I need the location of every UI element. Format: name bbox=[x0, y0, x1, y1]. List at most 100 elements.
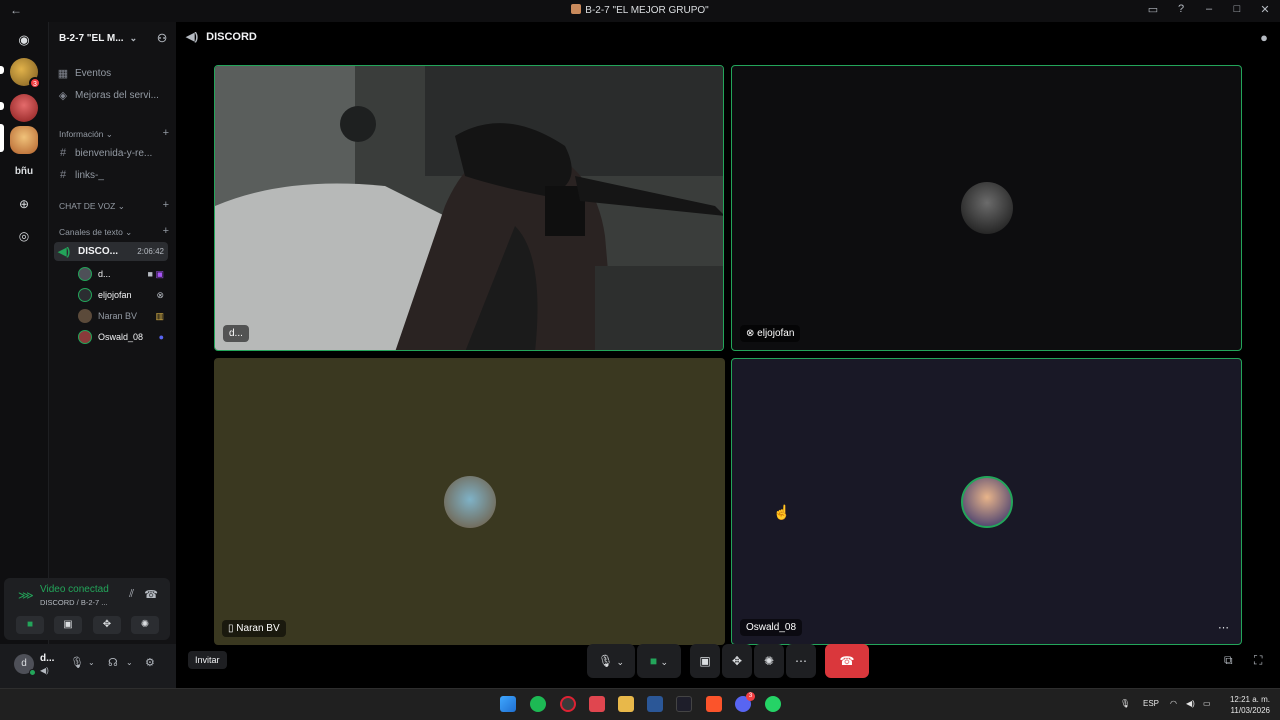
discord-taskbar-icon[interactable]: 3 bbox=[735, 692, 755, 712]
video-tile[interactable]: d... bbox=[214, 65, 724, 351]
add-channel-icon[interactable]: + bbox=[163, 199, 169, 211]
sidebar-item-boosts[interactable]: ◈ Mejoras del servi... bbox=[55, 86, 171, 104]
close-icon[interactable]: ✕ bbox=[1258, 3, 1272, 16]
call-view: ◀) DISCORD ● d... ⊗ eljojofan ▯ Naran BV bbox=[176, 22, 1280, 688]
inbox-icon[interactable]: ▭ bbox=[1146, 3, 1160, 16]
sidebar-item-events[interactable]: ▦ Eventos bbox=[55, 64, 171, 82]
video-tile[interactable]: ⊗ eljojofan bbox=[731, 65, 1242, 351]
maximize-icon[interactable]: □ bbox=[1230, 3, 1244, 16]
discord-home-icon[interactable]: ◉ bbox=[14, 30, 34, 50]
video-camera-icon: ■ bbox=[649, 654, 658, 668]
text-channel[interactable]: # bienvenida-y-re... bbox=[55, 144, 171, 162]
hashtag-icon: # bbox=[59, 147, 67, 159]
participant-label: ⊗ eljojofan bbox=[740, 325, 801, 342]
server-icon-active[interactable] bbox=[10, 126, 38, 154]
noise-suppression-icon[interactable]: ⫽ bbox=[129, 588, 134, 601]
windows-start-icon[interactable] bbox=[500, 696, 516, 712]
category-chat-de-voz[interactable]: CHAT DE VOZ ⌄ + bbox=[59, 199, 169, 212]
activities-button[interactable]: ✥ bbox=[722, 644, 752, 678]
soundboard-button[interactable]: ✺ bbox=[131, 616, 159, 634]
language-indicator[interactable]: ESP bbox=[1143, 699, 1159, 708]
voice-user[interactable]: eljojofan ⊗ bbox=[78, 286, 168, 304]
file-explorer-icon[interactable] bbox=[618, 696, 634, 712]
chat-bubble-icon: ● bbox=[158, 332, 164, 342]
connection-status[interactable]: Video conectad bbox=[40, 584, 109, 595]
headphones-icon[interactable]: ☊ bbox=[108, 656, 118, 669]
more-button[interactable]: ⋯ bbox=[786, 644, 816, 678]
participant-avatar bbox=[443, 475, 496, 528]
screen-share-button[interactable]: ▣ bbox=[54, 616, 82, 634]
whatsapp-icon[interactable] bbox=[765, 696, 781, 712]
server-icon-2[interactable] bbox=[10, 94, 38, 122]
discord-badge: 3 bbox=[746, 692, 755, 701]
app-icon[interactable] bbox=[589, 696, 605, 712]
disconnect-button[interactable]: ☎ bbox=[825, 644, 869, 678]
obs-icon[interactable] bbox=[560, 696, 576, 712]
pop-out-icon[interactable]: ⧉ bbox=[1224, 653, 1233, 668]
call-header: ◀) DISCORD bbox=[186, 30, 257, 44]
minimize-icon[interactable]: – bbox=[1202, 3, 1216, 16]
add-channel-icon[interactable]: + bbox=[163, 225, 169, 237]
speaker-icon: ◀) bbox=[40, 666, 49, 675]
microphone-icon[interactable]: 🎙 bbox=[70, 656, 84, 669]
disconnect-icon[interactable]: ☎ bbox=[144, 588, 158, 601]
xbox-icon: ⊗ bbox=[746, 328, 758, 339]
add-channel-icon[interactable]: + bbox=[163, 127, 169, 139]
microphone-button[interactable]: 🎙 ⌄ bbox=[587, 644, 635, 678]
volume-icon[interactable]: ◀) bbox=[1186, 699, 1195, 708]
window-title: B-2-7 "EL MEJOR GRUPO" bbox=[0, 4, 1280, 16]
chevron-down-icon[interactable]: ⌄ bbox=[126, 658, 133, 667]
settings-gear-icon[interactable]: ⚙ bbox=[145, 656, 155, 669]
spotify-icon[interactable] bbox=[530, 696, 546, 712]
dartboard bbox=[340, 106, 376, 142]
invite-people-icon[interactable]: ⚇ bbox=[157, 32, 167, 45]
brave-icon[interactable] bbox=[706, 696, 722, 712]
participant-label: d... bbox=[223, 325, 249, 342]
category-canales-de-texto[interactable]: Canales de texto ⌄ + bbox=[59, 225, 169, 238]
chevron-down-icon: ⌄ bbox=[660, 657, 669, 667]
server-icon-1[interactable]: 3 bbox=[10, 58, 41, 89]
camera-button[interactable]: ■ bbox=[16, 616, 44, 634]
wifi-icon[interactable]: ◠ bbox=[1170, 699, 1177, 708]
davinci-icon[interactable] bbox=[676, 696, 692, 712]
microphone-tray-icon[interactable]: 🎙 bbox=[1120, 699, 1130, 708]
activities-button[interactable]: ✥ bbox=[93, 616, 121, 634]
more-options-icon[interactable]: ⋯ bbox=[1218, 621, 1229, 634]
avatar bbox=[78, 330, 92, 344]
taskbar: 3 🎙 ESP ◠ ◀) ▭ 12:21 a. m. 11/03/2026 bbox=[0, 688, 1280, 720]
chevron-down-icon[interactable]: ⌄ bbox=[88, 658, 95, 667]
chat-icon[interactable]: ● bbox=[1260, 30, 1268, 45]
discover-icon[interactable]: ◎ bbox=[14, 226, 34, 246]
connection-subtitle[interactable]: DISCORD / B-2-7 ... bbox=[40, 598, 108, 607]
camera-toggle-button[interactable]: ■ ⌄ bbox=[637, 644, 681, 678]
participant-label: ▯ Naran BV bbox=[222, 620, 286, 637]
voice-user[interactable]: Naran BV ▥ bbox=[78, 307, 168, 325]
clock[interactable]: 12:21 a. m. 11/03/2026 bbox=[1230, 694, 1270, 716]
text-channel[interactable]: # links-_ bbox=[55, 166, 171, 184]
signal-icon: ⋙ bbox=[18, 590, 34, 602]
avatar bbox=[78, 309, 92, 323]
server-header[interactable]: B-2-7 "EL M... ⌄ ⚇ bbox=[49, 22, 177, 54]
more-options-icon: ⋯ bbox=[795, 654, 807, 668]
battery-icon[interactable]: ▭ bbox=[1203, 699, 1211, 708]
speaker-icon: ◀) bbox=[186, 31, 199, 43]
username[interactable]: d... bbox=[40, 653, 54, 664]
mention-badge: 3 bbox=[29, 77, 41, 89]
server-text-icon[interactable]: bñu bbox=[10, 162, 38, 182]
boost-icon: ◈ bbox=[58, 89, 68, 102]
add-server-icon[interactable]: ⊕ bbox=[14, 194, 34, 214]
word-icon[interactable] bbox=[647, 696, 663, 712]
voice-channel[interactable]: ◀) DISCO... 2:06:42 bbox=[54, 242, 168, 261]
voice-user[interactable]: Oswald_08 ● bbox=[78, 328, 168, 346]
screen-share-button[interactable]: ▣ bbox=[690, 644, 720, 678]
call-timer: 2:06:42 bbox=[137, 247, 164, 256]
voice-user[interactable]: d... ■ ▣ bbox=[78, 265, 168, 283]
fullscreen-icon[interactable]: ⛶ bbox=[1254, 653, 1262, 668]
video-tile[interactable]: ▯ Naran BV bbox=[214, 358, 725, 645]
invite-button[interactable]: Invitar bbox=[188, 651, 227, 669]
channel-title: DISCORD bbox=[206, 30, 257, 43]
help-icon[interactable]: ? bbox=[1174, 3, 1188, 16]
video-tile[interactable]: Oswald_08 ⋯ bbox=[731, 358, 1242, 645]
category-informacion[interactable]: Información ⌄ + bbox=[59, 127, 169, 140]
soundboard-button[interactable]: ✺ bbox=[754, 644, 784, 678]
